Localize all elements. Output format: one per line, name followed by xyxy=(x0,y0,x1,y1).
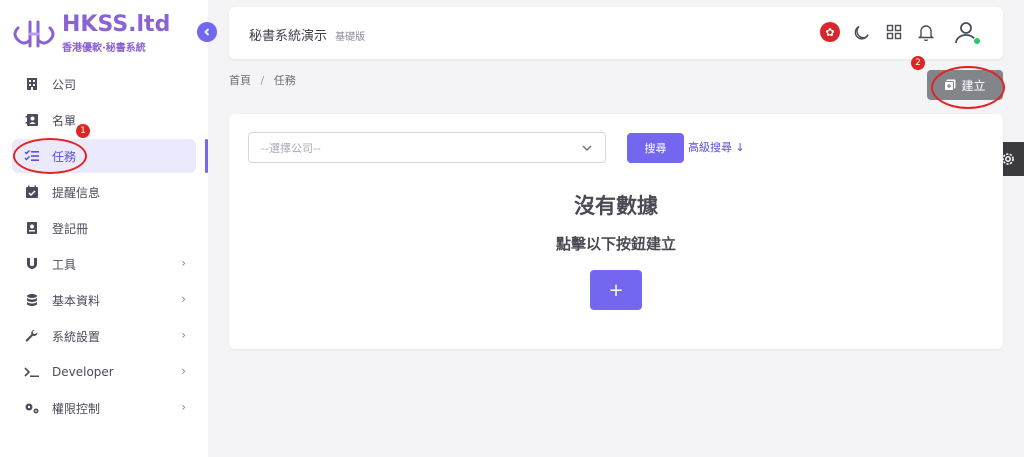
grid-icon xyxy=(886,24,902,40)
chevron-right-icon: › xyxy=(181,292,186,306)
top-header: 秘書系統演示 基礎版 ✿ xyxy=(229,7,1003,59)
hk-flag-icon: ✿ xyxy=(820,22,840,42)
apps-menu[interactable] xyxy=(883,21,905,43)
calendar-check-icon xyxy=(24,184,40,200)
active-indicator xyxy=(205,139,208,173)
sidebar-item-permissions[interactable]: 權限控制 › xyxy=(12,391,196,425)
register-book-icon xyxy=(24,220,40,236)
chevron-right-icon: › xyxy=(181,364,186,378)
chevron-right-icon: › xyxy=(181,400,186,414)
advanced-search-link[interactable]: 高級搜尋 ↓ xyxy=(688,139,745,155)
sidebar-item-label: 登記冊 xyxy=(52,221,89,236)
app-title-text: 秘書系統演示 xyxy=(249,29,328,44)
contact-card-icon xyxy=(24,112,40,128)
plus-icon: + xyxy=(608,279,624,301)
annotation-badge-1: 1 xyxy=(76,124,90,138)
database-icon xyxy=(24,292,40,308)
sidebar-item-label: 基本資料 xyxy=(52,293,101,308)
chevron-down-icon xyxy=(582,145,592,151)
bell-icon xyxy=(918,24,934,41)
sidebar-item-tools[interactable]: 工具 › xyxy=(12,247,196,281)
sidebar-item-label: 權限控制 xyxy=(52,401,101,416)
empty-state-subtitle: 點擊以下按鈕建立 xyxy=(555,235,676,253)
sidebar-item-system-settings[interactable]: 系統設置 › xyxy=(12,319,196,353)
notifications[interactable] xyxy=(915,21,937,43)
task-card: --選擇公司-- 搜尋 高級搜尋 ↓ 沒有數據 點擊以下按鈕建立 + xyxy=(229,114,1003,349)
sidebar-item-label: 提醒信息 xyxy=(52,185,101,200)
sidebar: HKSS.ltd 香港優軟·秘書系統 公司 名單 任務 提醒信息 登記冊 工具 … xyxy=(0,0,208,457)
sidebar-item-basic-data[interactable]: 基本資料 › xyxy=(12,283,196,317)
sidebar-collapse-button[interactable] xyxy=(197,22,217,42)
search-button-label: 搜尋 xyxy=(644,142,667,155)
breadcrumb-current: 任務 xyxy=(273,74,296,87)
sidebar-item-register[interactable]: 登記冊 xyxy=(12,211,196,245)
gears-icon xyxy=(24,400,40,416)
annotation-circle-create xyxy=(931,66,1005,109)
edition-badge: 基礎版 xyxy=(335,32,366,43)
language-switch[interactable]: ✿ xyxy=(819,21,841,43)
empty-state-title: 沒有數據 xyxy=(574,194,658,218)
user-avatar[interactable] xyxy=(951,17,981,47)
theme-toggle[interactable] xyxy=(851,21,873,43)
wrench-icon xyxy=(24,328,40,344)
annotation-circle-tasks xyxy=(13,138,87,174)
sidebar-item-reminders[interactable]: 提醒信息 xyxy=(12,175,196,209)
logo[interactable]: HKSS.ltd 香港優軟·秘書系統 xyxy=(10,14,170,54)
sidebar-menu: 公司 名單 任務 提醒信息 登記冊 工具 › 基本資料 › 系統設置 › Dev… xyxy=(12,67,196,427)
breadcrumb: 首頁 / 任務 xyxy=(229,72,296,88)
company-select[interactable]: --選擇公司-- xyxy=(248,132,606,163)
sidebar-item-label: 公司 xyxy=(52,77,77,92)
company-select-placeholder: --選擇公司-- xyxy=(261,141,321,155)
sidebar-item-label: 工具 xyxy=(52,257,77,272)
chevron-right-icon: › xyxy=(181,328,186,342)
online-status-dot xyxy=(973,37,981,45)
add-task-button[interactable]: + xyxy=(590,270,642,310)
breadcrumb-separator: / xyxy=(260,74,265,87)
moon-icon xyxy=(854,25,869,40)
building-icon xyxy=(24,76,40,92)
sidebar-item-label: 系統設置 xyxy=(52,329,101,344)
search-button[interactable]: 搜尋 xyxy=(627,133,684,163)
brand-subtitle: 香港優軟·秘書系統 xyxy=(62,43,146,54)
sidebar-item-contacts[interactable]: 名單 xyxy=(12,103,196,137)
app-title: 秘書系統演示 基礎版 xyxy=(249,25,365,44)
brand-title: HKSS.ltd xyxy=(62,12,171,37)
sidebar-item-company[interactable]: 公司 xyxy=(12,67,196,101)
sidebar-item-label: Developer xyxy=(52,365,114,379)
sidebar-item-label: 名單 xyxy=(52,113,77,128)
annotation-badge-2: 2 xyxy=(911,56,925,70)
logo-icon xyxy=(13,20,55,48)
breadcrumb-home[interactable]: 首頁 xyxy=(229,74,251,87)
terminal-icon xyxy=(24,364,40,380)
sidebar-item-developer[interactable]: Developer › xyxy=(12,355,196,389)
chevron-right-icon: › xyxy=(181,256,186,270)
magnet-icon xyxy=(24,256,40,272)
chevron-left-icon xyxy=(204,28,210,36)
